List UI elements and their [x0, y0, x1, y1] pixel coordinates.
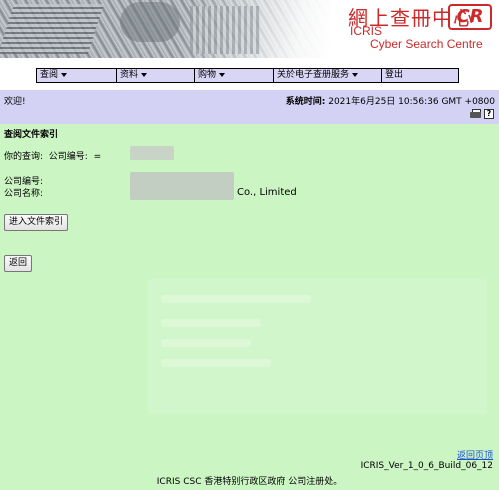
watermark [147, 279, 487, 414]
system-time-label: 系统时间: [285, 97, 326, 107]
chevron-down-icon [219, 72, 226, 77]
footer-copyright: ICRIS CSC 香港特别行政区政府 公司注册处。 [156, 477, 343, 487]
site-banner: 網上查冊中心 CR ICRIS Cyber Search Centre [0, 0, 499, 60]
chevron-down-icon [352, 72, 359, 77]
banner-photo [0, 0, 330, 58]
page-title: 查阅文件索引 [4, 130, 59, 140]
query-label: 你的查询: [4, 152, 44, 162]
query-operator: = [93, 152, 102, 162]
query-summary: 你的查询: 公司编号: = [4, 149, 101, 162]
company-name-label: 公司名称: [4, 189, 44, 199]
welcome-bar: 欢迎! 系统时间: 2021年6月25日 10:56:36 GMT +0800 … [0, 90, 499, 124]
redacted-company-number [130, 146, 174, 160]
brand-title-icris: ICRIS [350, 24, 383, 38]
enter-document-index-button[interactable]: 进入文件索引 [4, 214, 69, 231]
query-field-label: 公司编号: [48, 152, 88, 162]
page-tools: ? [470, 109, 494, 119]
welcome-text: 欢迎! [4, 97, 26, 107]
menu-item-shopping[interactable]: 购物 [195, 69, 274, 82]
company-name-suffix: Co., Limited [237, 187, 297, 198]
main-content: 查阅文件索引 你的查询: 公司编号: = 公司编号: 公司名称: Co., Li… [0, 124, 499, 490]
back-to-top-link[interactable]: 返回页顶 [457, 448, 493, 461]
menu-item-about[interactable]: 关於电子查册服务 [274, 69, 382, 82]
system-time-value: 2021年6月25日 10:56:36 GMT +0800 [328, 97, 495, 107]
chevron-down-icon [61, 72, 68, 77]
menu-item-information[interactable]: 资料 [117, 69, 195, 82]
help-icon[interactable]: ? [484, 109, 494, 119]
main-menu-bar: 查阅 资料 购物 关於电子查册服务 登出 [36, 68, 459, 83]
system-time: 系统时间: 2021年6月25日 10:56:36 GMT +0800 [286, 94, 495, 107]
version-text: ICRIS_Ver_1_0_6_Build_06_12 [360, 461, 493, 471]
cr-logo-icon: CR [448, 4, 492, 30]
brand-title-english: Cyber Search Centre [370, 37, 483, 51]
printer-icon[interactable] [470, 109, 481, 119]
chevron-down-icon [141, 72, 148, 77]
menu-item-search[interactable]: 查阅 [37, 69, 117, 82]
menu-item-logout[interactable]: 登出 [382, 69, 458, 82]
back-button[interactable]: 返回 [4, 255, 33, 272]
redacted-company-info [130, 172, 234, 200]
